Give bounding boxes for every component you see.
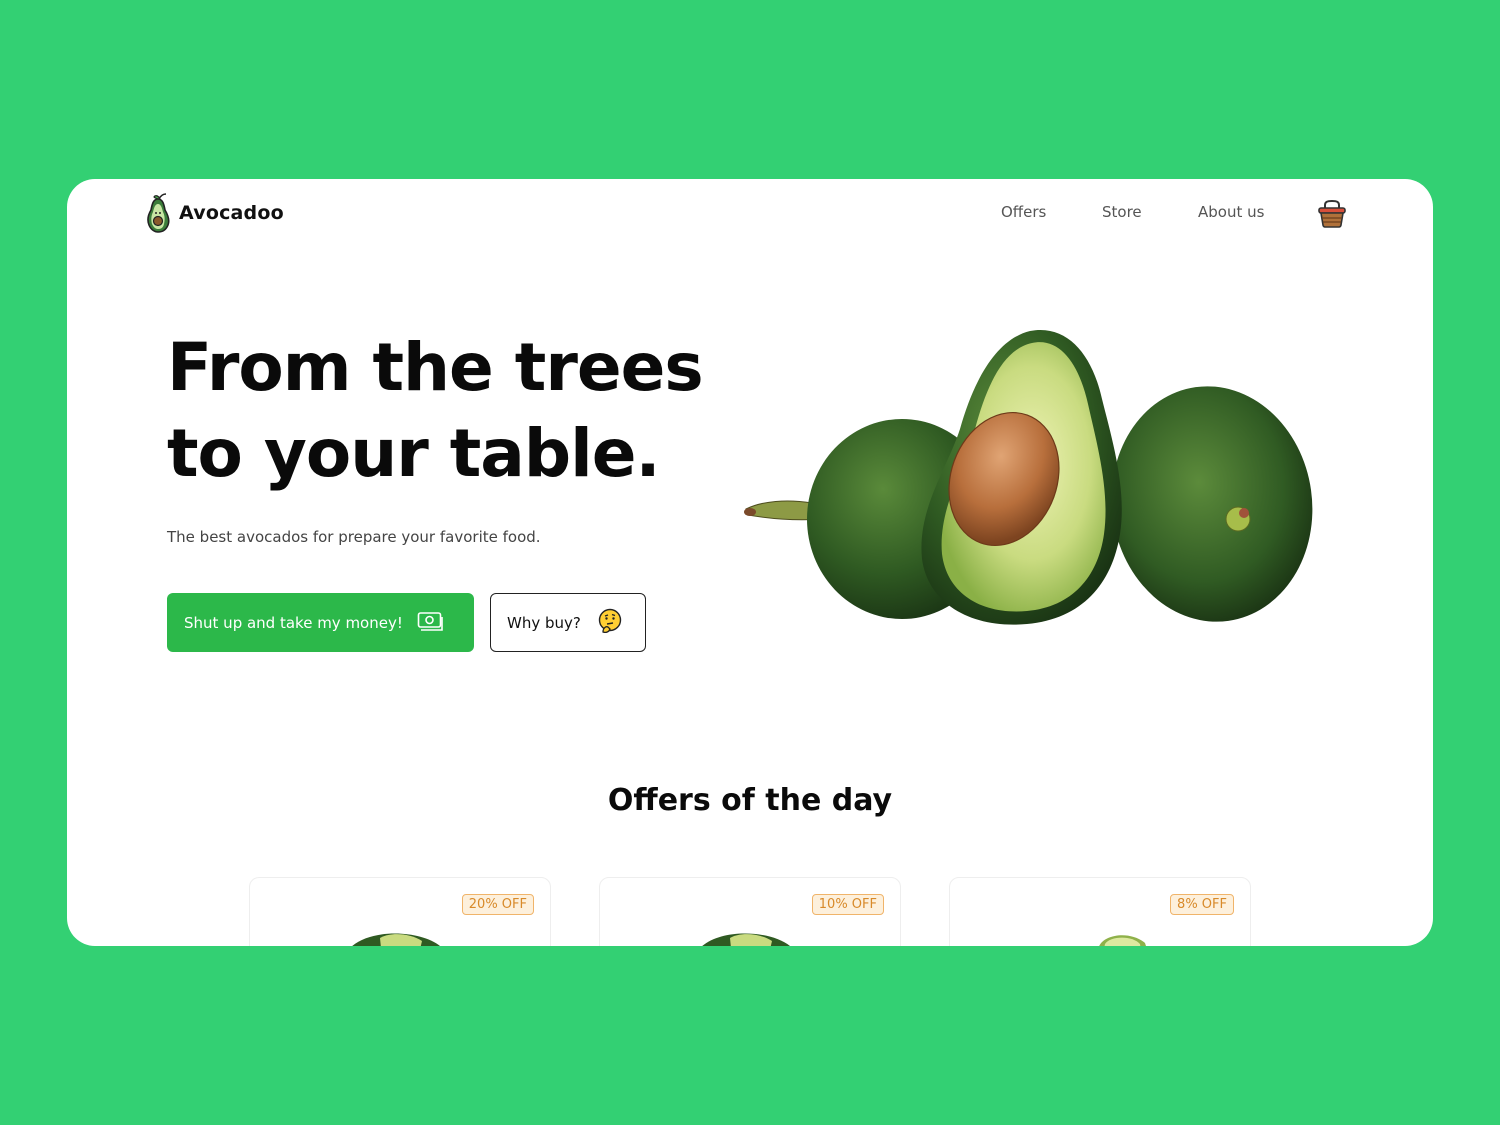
offer-card[interactable]: 10% OFF [599, 877, 901, 946]
discount-badge: 10% OFF [811, 894, 884, 915]
offers-section-title: Offers of the day [607, 783, 893, 818]
brand-name: Avocadoo [179, 202, 284, 224]
nav-about-us[interactable]: About us [1198, 203, 1264, 221]
basket-icon[interactable] [1316, 197, 1348, 233]
nav-offers[interactable]: Offers [1001, 203, 1046, 221]
hero-avocado-image [742, 319, 1322, 643]
why-buy-label: Why buy? [507, 613, 581, 632]
money-icon [417, 610, 443, 636]
thinking-face-icon [597, 608, 623, 638]
logo[interactable]: Avocadoo [145, 193, 284, 233]
hero-title-line-1: From the trees [167, 329, 704, 406]
buy-now-label: Shut up and take my money! [184, 613, 403, 632]
nav-store[interactable]: Store [1102, 203, 1142, 221]
buy-now-button[interactable]: Shut up and take my money! [167, 593, 474, 652]
offer-card[interactable]: 8% OFF [949, 877, 1251, 946]
hero-subtitle: The best avocados for prepare your favor… [167, 528, 541, 546]
why-buy-button[interactable]: Why buy? [490, 593, 646, 652]
discount-badge: 20% OFF [461, 894, 534, 915]
discount-badge: 8% OFF [1170, 894, 1234, 915]
hero-title: From the trees to your table. [167, 325, 704, 497]
avocado-logo-icon [145, 193, 171, 233]
hero-title-line-2: to your table. [167, 415, 661, 492]
browser-window: Avocadoo Offers Store About us From the … [67, 179, 1433, 946]
offer-card[interactable]: 20% OFF [249, 877, 551, 946]
